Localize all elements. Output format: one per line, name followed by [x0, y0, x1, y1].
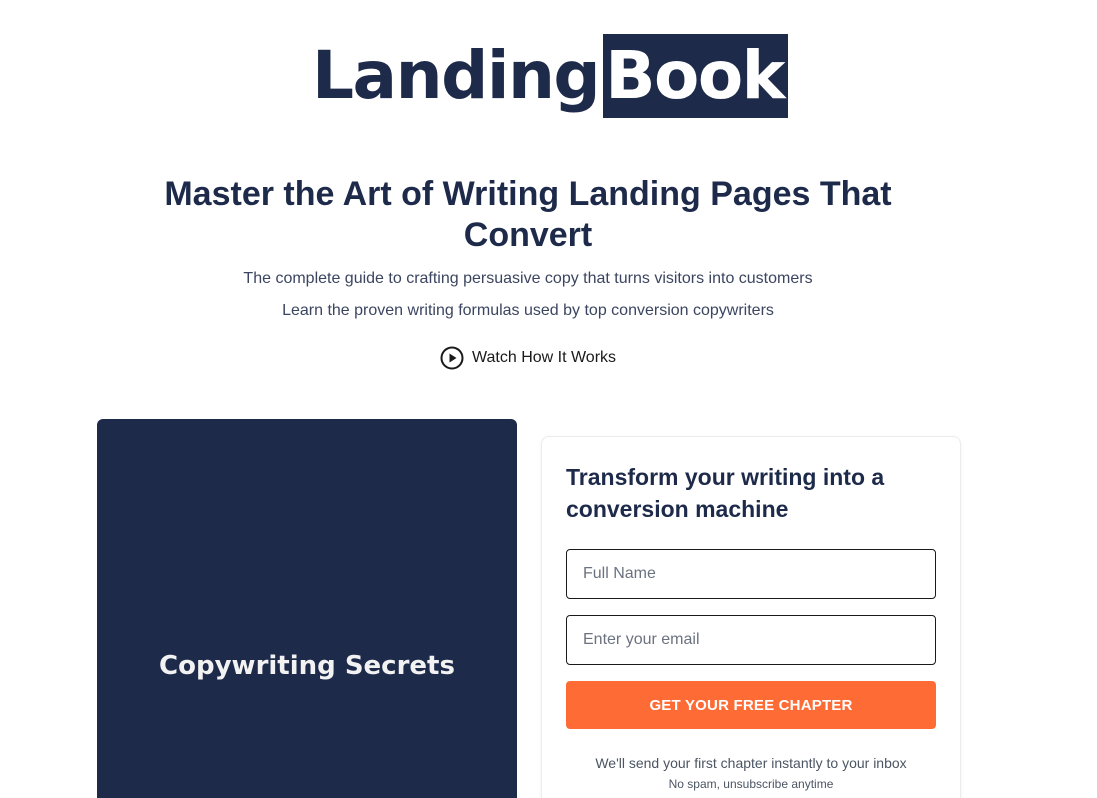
play-circle-icon	[440, 346, 464, 370]
logo: Landing Book	[312, 34, 789, 118]
form-title: Transform your writing into a conversion…	[566, 464, 885, 522]
get-free-chapter-button[interactable]: GET YOUR FREE CHAPTER	[566, 681, 936, 729]
landing-page: Landing Book Master the Art of Writing L…	[0, 0, 1097, 798]
hero-supporting-text: Learn the proven writing formulas used b…	[282, 302, 774, 319]
delivery-note: We'll send your first chapter instantly …	[595, 755, 907, 771]
book-cover: Copywriting Secrets	[97, 419, 517, 798]
signup-card: Transform your writing into a conversion…	[541, 436, 961, 798]
hero-headline: Master the Art of Writing Landing Pages …	[164, 175, 892, 254]
no-spam-note: No spam, unsubscribe anytime	[668, 777, 834, 791]
book-title: Copywriting Secrets	[159, 651, 455, 681]
hero-subheadline: The complete guide to crafting persuasiv…	[243, 270, 813, 287]
full-name-input[interactable]	[566, 549, 936, 599]
watch-video-label: Watch How It Works	[472, 349, 617, 366]
watch-video-link[interactable]: Watch How It Works	[440, 346, 616, 370]
logo-text-landing: Landing	[312, 37, 601, 114]
logo-text-book: Book	[603, 34, 789, 118]
email-input[interactable]	[566, 615, 936, 665]
